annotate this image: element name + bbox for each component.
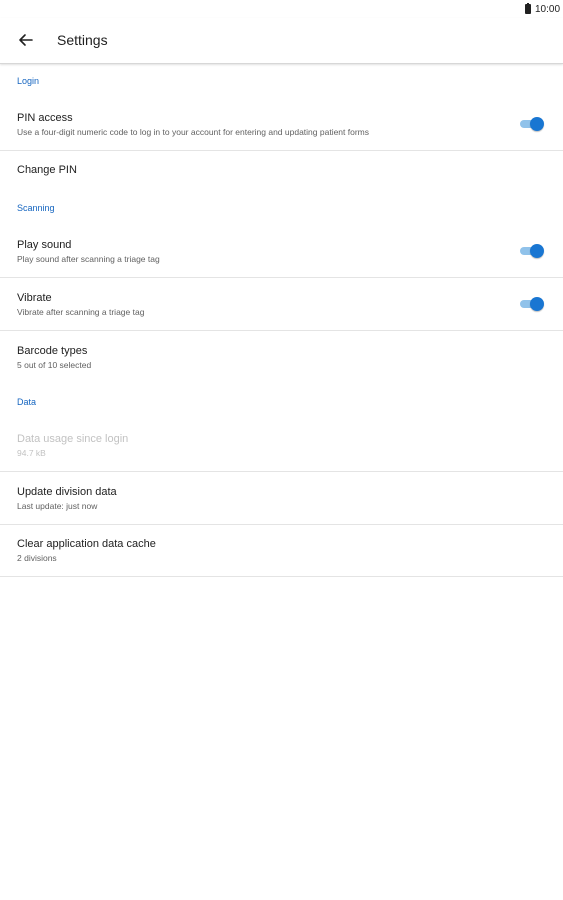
setting-summary: 2 divisions	[17, 553, 57, 563]
setting-summary: Use a four-digit numeric code to log in …	[17, 127, 370, 137]
arrow-back-icon[interactable]	[14, 30, 38, 50]
setting-title: Update division data	[17, 486, 117, 498]
vibrate-toggle[interactable]	[520, 297, 544, 311]
page-title: Settings	[57, 32, 108, 48]
status-time: 10:00	[535, 4, 561, 15]
section-header-login: Login	[17, 76, 40, 86]
setting-title: PIN access	[17, 112, 73, 124]
section-header-scanning: Scanning	[17, 203, 55, 213]
setting-play-sound[interactable]: Play sound Play sound after scanning a t…	[0, 231, 563, 277]
pin-access-toggle[interactable]	[520, 117, 544, 131]
app-bar: Settings	[0, 18, 563, 64]
setting-summary: Last update: just now	[17, 501, 98, 511]
divider	[0, 576, 563, 577]
setting-change-pin[interactable]: Change PIN	[0, 151, 563, 191]
setting-pin-access[interactable]: PIN access Use a four-digit numeric code…	[0, 104, 563, 150]
section-header-data: Data	[17, 397, 37, 407]
status-bar: 10:00	[0, 0, 563, 18]
setting-title: Clear application data cache	[17, 538, 156, 550]
setting-title: Data usage since login	[17, 433, 129, 445]
setting-summary: Play sound after scanning a triage tag	[17, 254, 160, 264]
setting-data-usage: Data usage since login 94.7 kB	[0, 420, 563, 471]
toggle-thumb	[530, 117, 544, 131]
toggle-thumb	[530, 244, 544, 258]
setting-title: Barcode types	[17, 345, 88, 357]
setting-title: Change PIN	[17, 164, 77, 176]
setting-title: Vibrate	[17, 292, 52, 304]
setting-barcode-types[interactable]: Barcode types 5 out of 10 selected	[0, 331, 563, 383]
setting-update-division-data[interactable]: Update division data Last update: just n…	[0, 472, 563, 524]
battery-icon	[525, 3, 531, 14]
toggle-thumb	[530, 297, 544, 311]
setting-summary: Vibrate after scanning a triage tag	[17, 307, 145, 317]
setting-clear-cache[interactable]: Clear application data cache 2 divisions	[0, 525, 563, 576]
setting-vibrate[interactable]: Vibrate Vibrate after scanning a triage …	[0, 278, 563, 330]
play-sound-toggle[interactable]	[520, 244, 544, 258]
setting-title: Play sound	[17, 239, 72, 251]
setting-summary: 94.7 kB	[17, 448, 46, 458]
setting-summary: 5 out of 10 selected	[17, 360, 92, 370]
